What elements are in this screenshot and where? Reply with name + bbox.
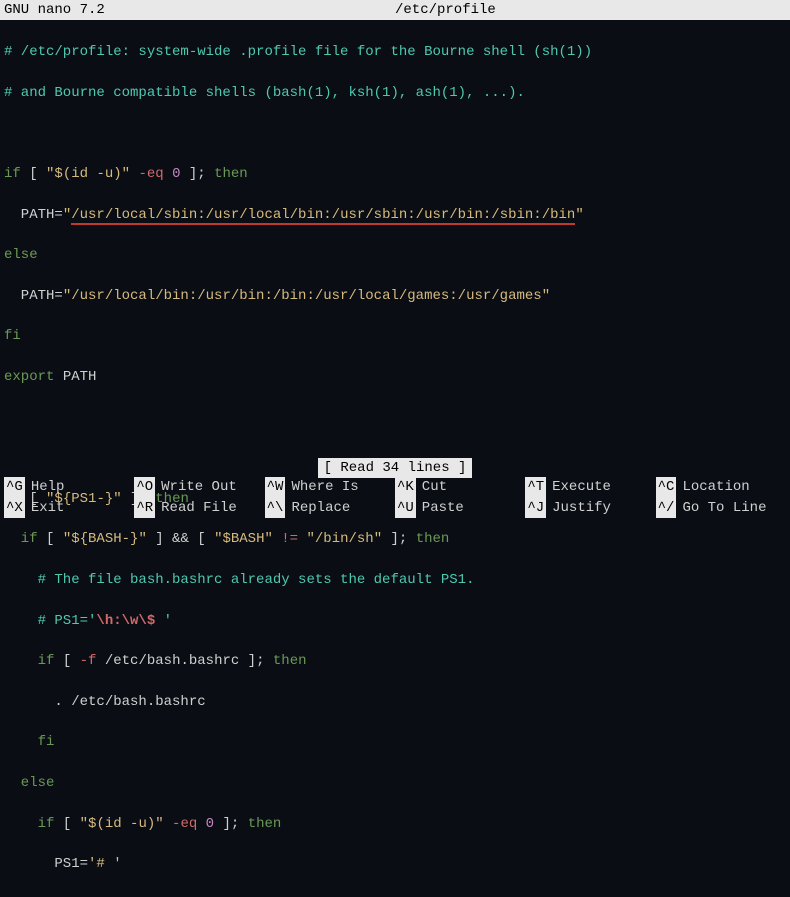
shortcut-where-is[interactable]: ^WWhere Is	[265, 477, 395, 497]
code-line: PATH="/usr/local/bin:/usr/bin:/bin:/usr/…	[4, 286, 786, 306]
key-label: ^T	[525, 477, 546, 497]
code-line: if [ -f /etc/bash.bashrc ]; then	[4, 651, 786, 671]
key-label: ^C	[656, 477, 677, 497]
shortcut-write-out[interactable]: ^OWrite Out	[134, 477, 264, 497]
filename: /etc/profile	[105, 0, 786, 20]
highlighted-path: /usr/local/sbin:/usr/local/bin:/usr/sbin…	[71, 207, 575, 225]
shortcut-help[interactable]: ^GHelp	[4, 477, 134, 497]
code-line: fi	[4, 326, 786, 346]
titlebar: GNU nano 7.2 /etc/profile	[0, 0, 790, 20]
key-label: ^O	[134, 477, 155, 497]
code-line: # /etc/profile: system-wide .profile fil…	[4, 42, 786, 62]
key-label: ^U	[395, 498, 416, 518]
code-line: export PATH	[4, 367, 786, 387]
status-message: [ Read 34 lines ]	[318, 458, 473, 478]
key-label: ^J	[525, 498, 546, 518]
key-label: ^/	[656, 498, 677, 518]
code-line: else	[4, 245, 786, 265]
code-line: . /etc/bash.bashrc	[4, 692, 786, 712]
shortcut-execute[interactable]: ^TExecute	[525, 477, 655, 497]
code-line	[4, 408, 786, 428]
shortcut-goto-line[interactable]: ^/Go To Line	[656, 498, 786, 518]
key-label: ^W	[265, 477, 286, 497]
key-label: ^K	[395, 477, 416, 497]
code-line: # The file bash.bashrc already sets the …	[4, 570, 786, 590]
code-line: if [ "$(id -u)" -eq 0 ]; then	[4, 814, 786, 834]
shortcut-row-1: ^GHelp ^OWrite Out ^WWhere Is ^KCut ^TEx…	[4, 477, 786, 497]
shortcut-justify[interactable]: ^JJustify	[525, 498, 655, 518]
code-line: # and Bourne compatible shells (bash(1),…	[4, 83, 786, 103]
shortcut-cut[interactable]: ^KCut	[395, 477, 525, 497]
shortcut-paste[interactable]: ^UPaste	[395, 498, 525, 518]
code-line: PATH="/usr/local/sbin:/usr/local/bin:/us…	[4, 205, 786, 225]
code-line: if [ "${BASH-}" ] && [ "$BASH" != "/bin/…	[4, 529, 786, 549]
code-line	[4, 123, 786, 143]
key-label: ^X	[4, 498, 25, 518]
code-line: if [ "$(id -u)" -eq 0 ]; then	[4, 164, 786, 184]
code-line: # PS1='\h:\w\$ '	[4, 611, 786, 631]
key-label: ^\	[265, 498, 286, 518]
shortcut-replace[interactable]: ^\Replace	[265, 498, 395, 518]
shortcut-row-2: ^XExit ^RRead File ^\Replace ^UPaste ^JJ…	[4, 498, 786, 518]
status-bar: [ Read 34 lines ]	[0, 458, 790, 478]
key-label: ^R	[134, 498, 155, 518]
code-line: fi	[4, 732, 786, 752]
code-line: PS1='# '	[4, 854, 786, 874]
key-label: ^G	[4, 477, 25, 497]
app-name: GNU nano 7.2	[4, 0, 105, 20]
code-line: else	[4, 773, 786, 793]
shortcut-exit[interactable]: ^XExit	[4, 498, 134, 518]
shortcut-bar: ^GHelp ^OWrite Out ^WWhere Is ^KCut ^TEx…	[0, 477, 790, 520]
shortcut-location[interactable]: ^CLocation	[656, 477, 786, 497]
shortcut-read-file[interactable]: ^RRead File	[134, 498, 264, 518]
